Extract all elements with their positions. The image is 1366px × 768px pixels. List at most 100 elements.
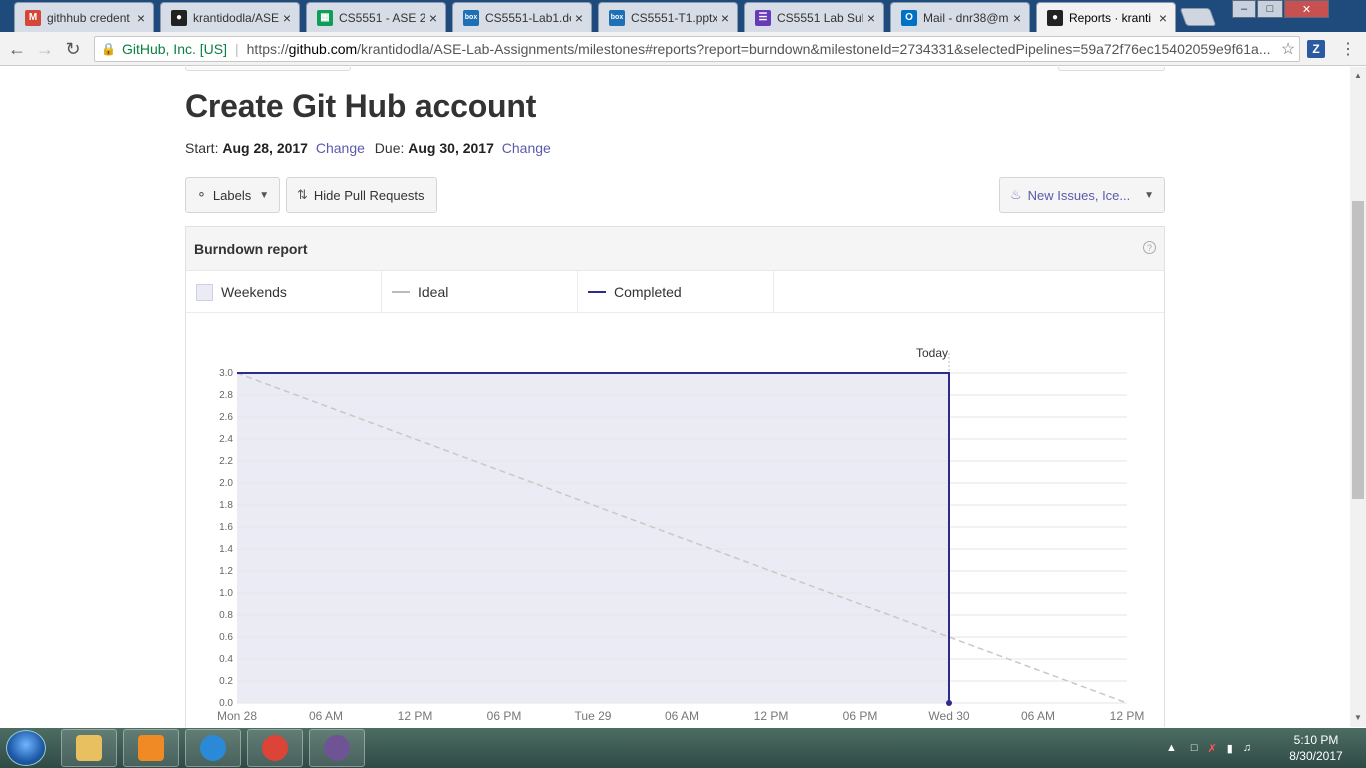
sheets-icon: ▦ (317, 9, 333, 26)
back-icon[interactable]: ← (6, 38, 28, 60)
page-scrollbar[interactable]: ▲ ▼ (1350, 67, 1366, 727)
system-clock[interactable]: 5:10 PM 8/30/2017 (1280, 732, 1352, 764)
y-tick-label: 0.2 (219, 676, 233, 687)
url-path: /krantidodla/ASE-Lab-Assignments/milesto… (357, 41, 1271, 57)
browser-tab[interactable]: box CS5551-Lab1.do × (452, 2, 592, 32)
y-tick-label: 3.0 (219, 368, 233, 379)
tab-title: Mail - dnr38@m (923, 10, 1009, 25)
legend-item-weekends[interactable]: Weekends (186, 271, 382, 313)
url-host: github.com (288, 41, 358, 57)
device-icon[interactable]: □ (1191, 742, 1198, 754)
tab-close-icon[interactable]: × (1159, 10, 1167, 26)
url-prefix: https:// (246, 41, 289, 57)
close-window-icon[interactable]: ✕ (1284, 0, 1329, 18)
taskbar-item[interactable] (309, 729, 365, 767)
box-icon: box (463, 9, 479, 26)
clock-time: 5:10 PM (1293, 733, 1339, 747)
taskbar-item[interactable] (185, 729, 241, 767)
gmail-icon: M (25, 9, 41, 26)
chevron-down-icon: ▼ (1144, 189, 1154, 201)
browser-tab[interactable]: Mgithhub credent × (14, 2, 154, 32)
forward-icon[interactable]: → (34, 38, 56, 60)
change-due-link[interactable]: Change (502, 140, 551, 156)
today-label: Today (916, 346, 948, 360)
zotero-extension-icon[interactable]: Z (1307, 40, 1325, 58)
y-tick-label: 0.4 (219, 654, 233, 665)
labels-button[interactable]: ⚬ Labels ▼ (185, 177, 280, 213)
taskbar-item[interactable] (61, 729, 117, 767)
action-center-icon[interactable]: ✗ (1208, 742, 1217, 755)
y-tick-label: 2.2 (219, 456, 233, 467)
tab-close-icon[interactable]: × (137, 10, 145, 26)
tab-title: githhub credent (47, 10, 130, 25)
y-tick-label: 1.8 (219, 500, 233, 511)
x-tick-label: 06 AM (665, 709, 699, 723)
start-date: Aug 28, 2017 (222, 140, 308, 156)
tab-close-icon[interactable]: × (1013, 10, 1021, 26)
windows-taskbar: ▲ □ ✗ ▮ ♫ 5:10 PM 8/30/2017 (0, 728, 1366, 768)
explorer-icon (76, 735, 102, 761)
outlook-icon: O (901, 9, 917, 26)
reload-icon[interactable]: ↻ (62, 38, 84, 60)
browser-tab[interactable]: ▦ CS5551 - ASE 20 × (306, 2, 446, 32)
y-tick-label: 1.2 (219, 566, 233, 577)
browser-tab[interactable]: box CS5551-T1.pptx × (598, 2, 738, 32)
new-tab-button[interactable] (1179, 8, 1217, 26)
tab-close-icon[interactable]: × (429, 10, 437, 26)
change-start-link[interactable]: Change (316, 140, 365, 156)
taskbar-item[interactable] (247, 729, 303, 767)
legend-item-completed[interactable]: Completed (578, 271, 774, 313)
tab-close-icon[interactable]: × (867, 10, 875, 26)
browser-tab[interactable]: O Mail - dnr38@m × (890, 2, 1030, 32)
address-bar[interactable]: 🔒 GitHub, Inc. [US] | https://github.com… (94, 36, 1300, 62)
scroll-down-arrow-icon[interactable]: ▼ (1354, 713, 1362, 722)
url-text[interactable]: https://github.com/krantidodla/ASE-Lab-A… (247, 41, 1277, 57)
milestone-dates: Start: Aug 28, 2017 Change Due: Aug 30, … (185, 140, 557, 156)
hide-pull-requests-button[interactable]: ⇅ Hide Pull Requests (286, 177, 437, 213)
address-separator: | (235, 41, 239, 57)
browser-tab[interactable]: ● krantidodla/ASE × (160, 2, 300, 32)
y-tick-label: 1.0 (219, 588, 233, 599)
tab-close-icon[interactable]: × (283, 10, 291, 26)
tab-title: CS5551 - ASE 20 (339, 10, 425, 25)
browser-menu-icon[interactable]: ⋮ (1340, 39, 1356, 59)
lock-icon: 🔒 (101, 42, 116, 56)
browser-tab[interactable]: ● Reports · kranti × (1036, 2, 1176, 32)
scroll-up-arrow-icon[interactable]: ▲ (1354, 71, 1362, 80)
y-tick-label: 2.6 (219, 412, 233, 423)
taskbar-item[interactable] (123, 729, 179, 767)
internet-explorer-icon (200, 735, 226, 761)
x-tick-label: 12 PM (1110, 709, 1145, 723)
chrome-icon (262, 735, 288, 761)
maximize-icon[interactable]: □ (1257, 0, 1283, 18)
y-tick-label: 1.6 (219, 522, 233, 533)
minimize-icon[interactable]: – (1232, 0, 1256, 18)
bookmark-star-icon[interactable]: ☆ (1277, 39, 1299, 59)
pipeline-filter-dropdown[interactable]: ♨ New Issues, Ice... ▼ (999, 177, 1165, 213)
windows-start-button[interactable] (6, 730, 46, 766)
tab-close-icon[interactable]: × (721, 10, 729, 26)
scrollbar-thumb[interactable] (1352, 201, 1364, 499)
browser-tab[interactable]: ☰ CS5551 Lab Sub × (744, 2, 884, 32)
show-hidden-icons-icon[interactable]: ▲ (1166, 742, 1177, 754)
due-label: Due: (374, 140, 405, 156)
legend-item-ideal[interactable]: Ideal (382, 271, 578, 313)
y-tick-label: 0.8 (219, 610, 233, 621)
hide-pr-label: Hide Pull Requests (313, 187, 425, 203)
github-icon: ● (171, 9, 187, 26)
volume-icon[interactable]: ♫ (1243, 742, 1251, 754)
clock-date: 8/30/2017 (1289, 749, 1343, 763)
x-tick-label: 06 PM (487, 709, 522, 723)
report-header: Burndown report ? (186, 227, 1164, 271)
burndown-report-panel: Burndown report ? Weekends Ideal Complet… (185, 226, 1165, 727)
secure-site-label: GitHub, Inc. [US] (121, 41, 227, 57)
box-icon: box (609, 9, 625, 26)
x-tick-label: Mon 28 (217, 709, 257, 723)
tab-close-icon[interactable]: × (575, 10, 583, 26)
network-icon[interactable]: ▮ (1227, 742, 1233, 755)
tab-title: CS5551-Lab1.do (485, 10, 571, 25)
tab-title: Reports · kranti (1069, 10, 1152, 25)
completed-swatch (588, 291, 606, 293)
milestone-title: Create Git Hub account (185, 88, 537, 124)
help-icon[interactable]: ? (1143, 241, 1156, 254)
